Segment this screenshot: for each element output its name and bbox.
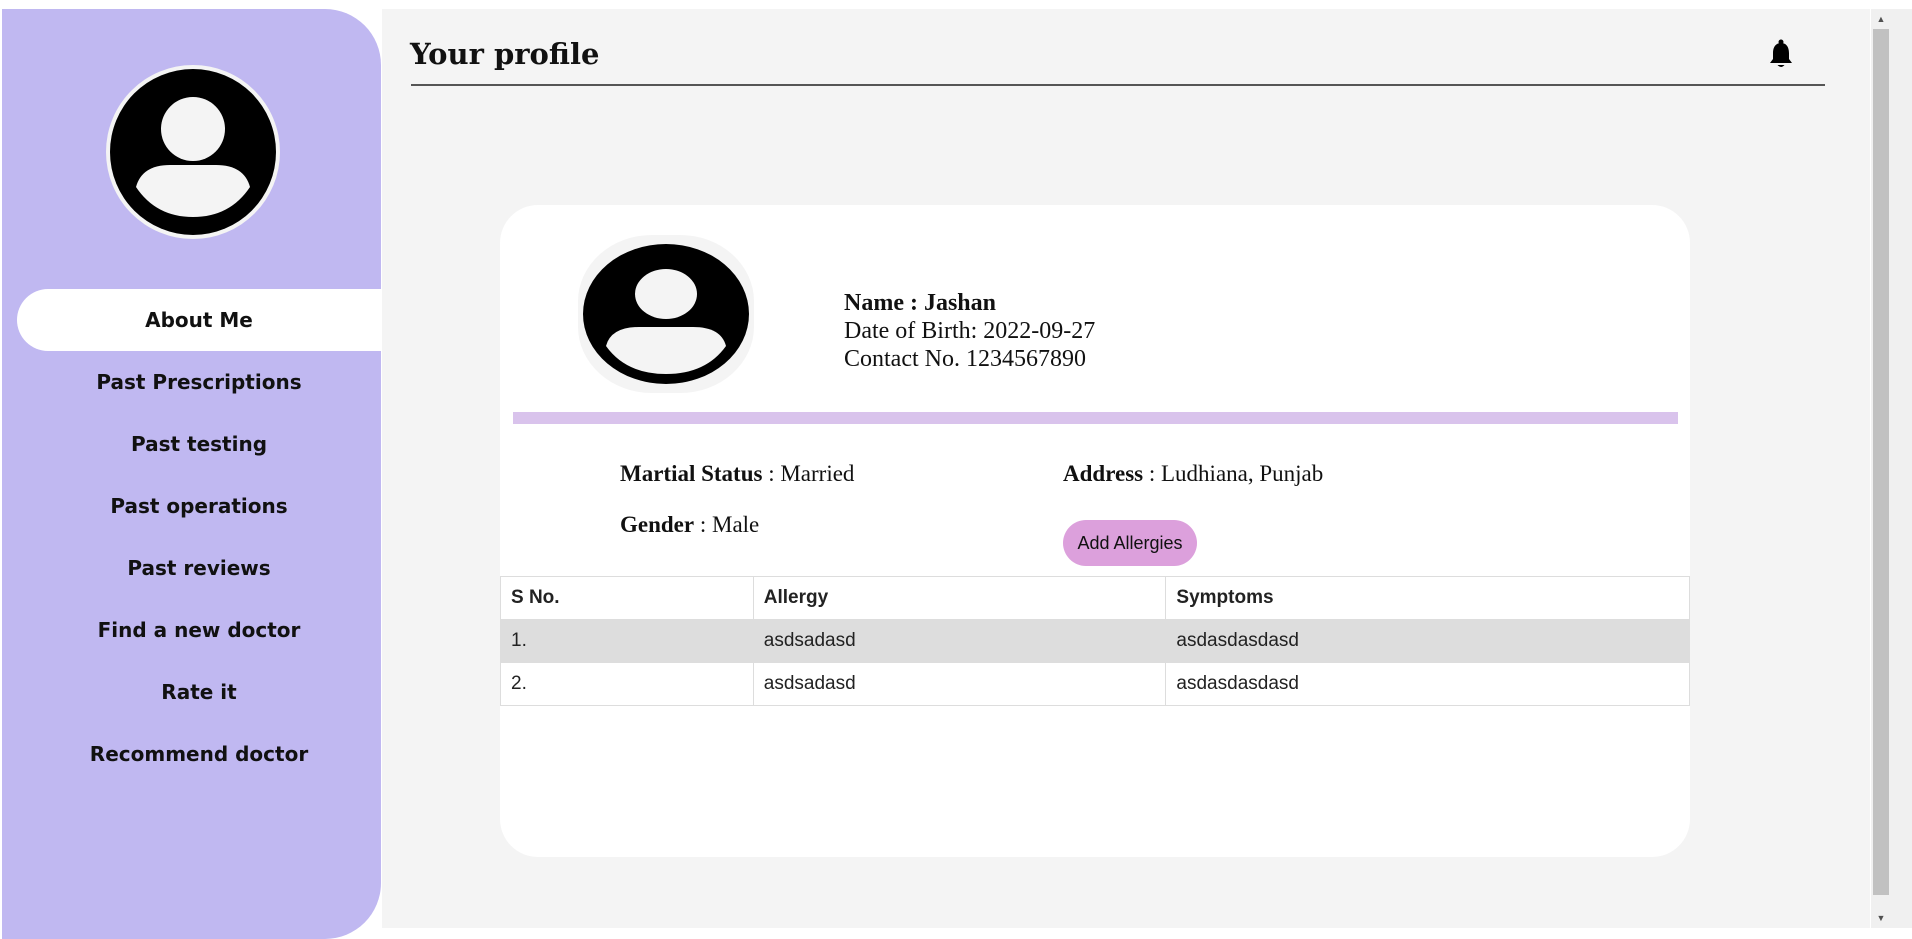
column-header-sno: S No. <box>500 576 754 620</box>
table-row: 1. asdsadasd asdasdasdasd <box>500 619 1690 663</box>
table-cell: 1. <box>500 619 754 663</box>
sidebar-item-label: Recommend doctor <box>89 742 309 766</box>
sidebar-item-recommend-doctor[interactable]: Recommend doctor <box>17 723 381 785</box>
sidebar-item-label: Past testing <box>130 432 268 456</box>
profile-card: Name : Jashan Date of Birth: 2022-09-27 … <box>500 205 1690 857</box>
sidebar-item-past-operations[interactable]: Past operations <box>17 475 381 537</box>
marital-status-field: Martial Status : Married <box>620 461 855 486</box>
bell-icon[interactable] <box>1768 39 1794 69</box>
page-title: Your profile <box>410 37 600 71</box>
sidebar-item-label: Past Prescriptions <box>96 370 302 394</box>
user-avatar-icon <box>583 243 749 384</box>
sidebar-item-rate-it[interactable]: Rate it <box>17 661 381 723</box>
sidebar-item-past-prescriptions[interactable]: Past Prescriptions <box>17 351 381 413</box>
add-allergies-button[interactable]: Add Allergies <box>1063 520 1197 566</box>
user-avatar-icon <box>110 69 276 235</box>
profile-info: Name : Jashan Date of Birth: 2022-09-27 … <box>844 289 1095 373</box>
profile-dob: Date of Birth: 2022-09-27 <box>844 318 1096 344</box>
column-header-allergy: Allergy <box>752 576 1167 620</box>
sidebar-item-label: Past operations <box>110 494 288 518</box>
table-cell: asdsadasd <box>752 619 1167 663</box>
profile-avatar <box>578 235 754 393</box>
scroll-up-icon[interactable]: ▲ <box>1871 12 1891 26</box>
title-divider <box>411 84 1825 86</box>
allergy-table: S No. Allergy Symptoms 1. asdsadasd asda… <box>500 576 1690 706</box>
sidebar-item-past-reviews[interactable]: Past reviews <box>17 537 381 599</box>
profile-name: Name : Jashan <box>844 290 997 316</box>
notifications-button[interactable] <box>1768 39 1794 69</box>
sidebar-item-label: About Me <box>145 308 253 332</box>
table-cell: asdasdasdasd <box>1165 662 1690 706</box>
profile-contact: Contact No. 1234567890 <box>844 346 1086 372</box>
vertical-scrollbar[interactable]: ▲ ▼ <box>1871 9 1912 928</box>
sidebar: About Me Past Prescriptions Past testing… <box>2 9 381 939</box>
scrollbar-thumb[interactable] <box>1873 29 1889 895</box>
table-header-row: S No. Allergy Symptoms <box>500 576 1690 620</box>
column-header-symptoms: Symptoms <box>1165 576 1690 620</box>
address-field: Address : Ludhiana, Punjab <box>1063 461 1324 486</box>
section-divider <box>513 412 1678 424</box>
sidebar-item-label: Past reviews <box>127 556 271 580</box>
table-cell: 2. <box>500 662 754 706</box>
sidebar-item-label: Rate it <box>161 680 237 704</box>
main-content: Your profile Name : Jashan Date of Birth… <box>382 9 1870 928</box>
table-cell: asdsadasd <box>752 662 1167 706</box>
table-row: 2. asdsadasd asdasdasdasd <box>500 662 1690 706</box>
sidebar-item-find-new-doctor[interactable]: Find a new doctor <box>17 599 381 661</box>
sidebar-item-about-me[interactable]: About Me <box>17 289 381 351</box>
gender-field: Gender : Male <box>620 512 760 537</box>
avatar <box>106 65 280 239</box>
sidebar-item-past-testing[interactable]: Past testing <box>17 413 381 475</box>
scroll-down-icon[interactable]: ▼ <box>1871 911 1891 925</box>
table-cell: asdasdasdasd <box>1165 619 1690 663</box>
sidebar-item-label: Find a new doctor <box>97 618 301 642</box>
